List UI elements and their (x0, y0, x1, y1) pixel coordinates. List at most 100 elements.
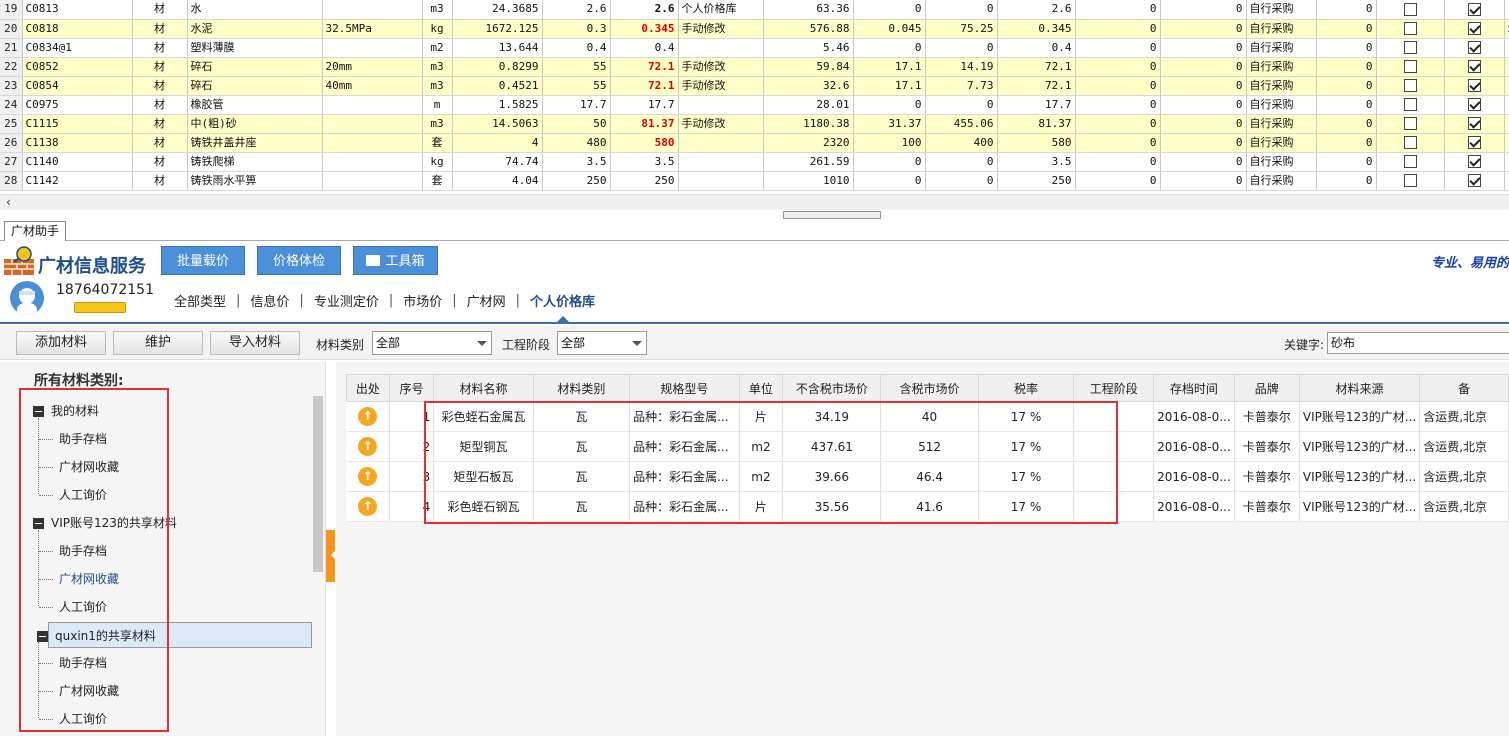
upper-grid-cell-spec[interactable]: 40mm (322, 76, 423, 96)
upper-grid-cell-p2[interactable]: 3.5 (610, 152, 679, 172)
column-header-1[interactable]: 序号 (388, 374, 435, 402)
origin-up-arrow-icon[interactable]: ↑ (358, 467, 378, 486)
upper-grid-cell-src[interactable]: 手动修改 (678, 57, 764, 77)
upper-grid-cell-t3[interactable]: 2.6 (997, 0, 1076, 20)
upper-grid-cell-src[interactable]: 手动修改 (678, 76, 764, 96)
column-header-0[interactable]: 出处 (346, 374, 390, 402)
pane-splitter[interactable] (783, 211, 881, 219)
upper-grid-cell-kind[interactable]: 材 (132, 152, 188, 172)
upper-grid-cell-z[interactable]: 0 (1316, 114, 1377, 134)
upper-grid-cell-amt[interactable]: 1180.38 (763, 114, 854, 134)
upper-grid-cell-t3[interactable]: 580 (997, 133, 1076, 153)
upper-grid-cell-t4[interactable]: 0 (1075, 133, 1161, 153)
upper-grid-row[interactable]: 28 C1142 材铸铁雨水平箅套 4.04 250 250 1010 0 0 250 0 0 自行采购… (0, 171, 1509, 191)
upper-grid-cell-spec[interactable] (322, 171, 423, 191)
upper-grid-cell-t1[interactable]: 17.1 (853, 76, 926, 96)
row-checkbox-b[interactable] (1444, 19, 1505, 39)
upper-grid-cell-t5[interactable]: 0 (1160, 38, 1247, 58)
cell-src[interactable]: VIP账号123的广材... (1299, 461, 1421, 492)
upper-grid-cell-amt[interactable]: 59.84 (763, 57, 854, 77)
upper-grid-cell-t5[interactable]: 0 (1160, 133, 1247, 153)
upper-grid-cell-n[interactable]: 27 (0, 152, 23, 172)
origin-cell[interactable]: ↑ (346, 431, 390, 462)
upper-grid-cell-note[interactable] (1504, 0, 1509, 20)
column-header-8[interactable]: 税率 (977, 374, 1075, 402)
collapse-pane-button[interactable] (326, 530, 335, 582)
upper-grid-cell-amt[interactable]: 2320 (763, 133, 854, 153)
upper-grid-cell-code[interactable]: C1142 (22, 171, 133, 191)
upper-grid-row[interactable]: 23 C0854 材碎石 40mm m3 0.4521 55 72.1 手动修改 32.6 17.1… (0, 76, 1509, 96)
upper-grid-cell-unit[interactable]: 套 (422, 171, 453, 191)
row-checkbox-a[interactable] (1376, 76, 1445, 96)
column-header-12[interactable]: 材料来源 (1298, 374, 1421, 402)
upper-grid-cell-note[interactable] (1504, 171, 1509, 191)
scroll-left-icon[interactable]: ‹ (6, 195, 11, 209)
upper-grid-cell-p1[interactable]: 480 (542, 133, 611, 153)
upper-grid-cell-code[interactable]: C1140 (22, 152, 133, 172)
checkbox-empty-icon[interactable] (1403, 136, 1417, 149)
tree-vertical-scrollbar[interactable] (313, 396, 323, 572)
upper-grid-cell-spec[interactable]: 20mm (322, 57, 423, 77)
upper-grid-cell-name[interactable]: 铸铁雨水平箅 (187, 171, 323, 191)
upper-grid-cell-z[interactable]: 0 (1316, 133, 1377, 153)
upper-grid-cell-n[interactable]: 19 (0, 0, 23, 20)
upper-grid-cell-amt[interactable]: 5.46 (763, 38, 854, 58)
upper-grid-cell-code[interactable]: C0975 (22, 95, 133, 115)
upper-grid-cell-t5[interactable]: 0 (1160, 152, 1247, 172)
cell-src[interactable]: VIP账号123的广材... (1299, 491, 1421, 522)
upper-grid-row[interactable]: 19 C0813 材水 m3 24.3685 2.6 2.6 个人价格库 63.36 0 0 2.6 0… (0, 0, 1509, 20)
upper-grid-cell-code[interactable]: C0834@1 (22, 38, 133, 58)
upper-grid-cell-unit[interactable]: m (422, 95, 453, 115)
cell-src[interactable]: VIP账号123的广材... (1299, 431, 1421, 462)
upper-grid-cell-t4[interactable]: 0 (1075, 95, 1161, 115)
upper-grid-row[interactable]: 24 C0975 材橡胶管 m 1.5825 17.7 17.7 28.01 0 0 17.7 0 0 自… (0, 95, 1509, 115)
cell-brand[interactable]: 卡普泰尔 (1234, 431, 1300, 462)
upper-grid-cell-t2[interactable]: 0 (925, 95, 998, 115)
upper-grid-cell-name[interactable]: 橡胶管 (187, 95, 323, 115)
cell-time[interactable]: 2016-08-0... (1153, 401, 1235, 432)
upper-grid-cell-t3[interactable]: 81.37 (997, 114, 1076, 134)
upper-grid-row[interactable]: 21 C0834@1 材塑料薄膜 m2 13.644 0.4 0.4 5.46 0 0 0.4 0 0 自… (0, 38, 1509, 58)
column-header-10[interactable]: 存档时间 (1153, 374, 1235, 402)
upper-grid-cell-t2[interactable]: 0 (925, 38, 998, 58)
upper-grid-cell-p2[interactable]: 580 (610, 133, 679, 153)
row-checkbox-b[interactable] (1444, 95, 1505, 115)
upper-grid-cell-qty[interactable]: 1.5825 (452, 95, 543, 115)
upper-grid-cell-src[interactable] (678, 152, 764, 172)
column-header-7[interactable]: 含税市场价 (880, 374, 979, 402)
upper-grid-cell-p2[interactable]: 81.37 (610, 114, 679, 134)
upper-grid-cell-buy[interactable]: 自行采购 (1246, 95, 1317, 115)
upper-grid-cell-p1[interactable]: 2.6 (542, 0, 611, 20)
upper-grid-cell-t5[interactable]: 0 (1160, 76, 1247, 96)
upper-grid-cell-t3[interactable]: 72.1 (997, 57, 1076, 77)
material-category-select[interactable]: 全部 (372, 331, 492, 355)
upper-grid-cell-kind[interactable]: 材 (132, 57, 188, 77)
cell-time[interactable]: 2016-08-0... (1153, 431, 1235, 462)
row-checkbox-a[interactable] (1376, 38, 1445, 58)
upper-grid-row[interactable]: 25 C1115 材中(粗)砂 m3 14.5063 50 81.37 手动修改 1180.38… (0, 114, 1509, 134)
upper-grid-cell-buy[interactable]: 自行采购 (1246, 38, 1317, 58)
upper-grid-cell-z[interactable]: 0 (1316, 95, 1377, 115)
import-material-button[interactable]: 导入材料 (210, 331, 300, 355)
upper-grid-cell-src[interactable] (678, 95, 764, 115)
upper-grid-cell-note[interactable]: 水泥 (1504, 19, 1509, 39)
checkbox-empty-icon[interactable] (1403, 41, 1417, 54)
row-checkbox-b[interactable] (1444, 57, 1505, 77)
upper-grid-cell-t4[interactable]: 0 (1075, 57, 1161, 77)
checkbox-checked-icon[interactable] (1467, 136, 1481, 149)
checkbox-checked-icon[interactable] (1467, 155, 1481, 168)
upper-grid-cell-kind[interactable]: 材 (132, 76, 188, 96)
upper-grid-cell-p1[interactable]: 0.4 (542, 38, 611, 58)
origin-cell[interactable]: ↑ (346, 461, 390, 492)
upper-grid-cell-p1[interactable]: 50 (542, 114, 611, 134)
upper-grid-cell-note[interactable] (1504, 152, 1509, 172)
column-header-2[interactable]: 材料名称 (433, 374, 534, 402)
cell-time[interactable]: 2016-08-0... (1153, 461, 1235, 492)
checkbox-empty-icon[interactable] (1403, 2, 1417, 16)
row-checkbox-a[interactable] (1376, 57, 1445, 77)
upper-grid-cell-spec[interactable]: 32.5MPa (322, 19, 423, 39)
upper-grid-cell-t1[interactable]: 0 (853, 95, 926, 115)
column-header-3[interactable]: 材料类别 (532, 374, 631, 402)
row-checkbox-a[interactable] (1376, 0, 1445, 20)
upper-grid-cell-t2[interactable]: 400 (925, 133, 998, 153)
